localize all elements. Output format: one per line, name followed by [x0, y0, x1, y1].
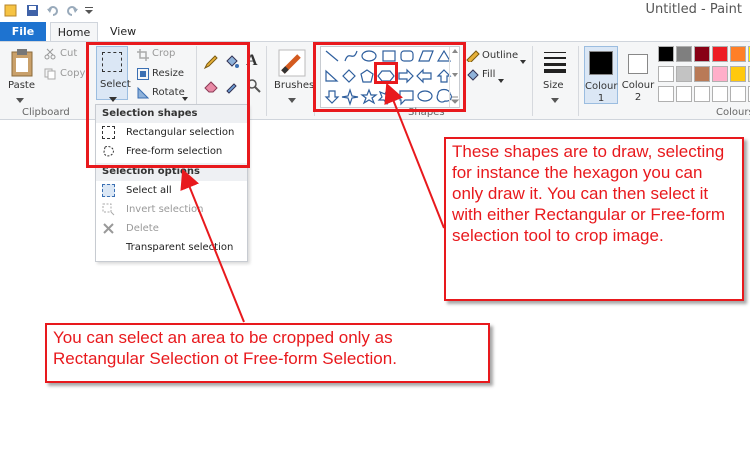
arrow-to-selection-shapes — [180, 168, 245, 323]
arrow-to-hexagon — [384, 82, 445, 229]
callout-selection-explanation: You can select an area to be cropped onl… — [45, 323, 490, 383]
callout-shapes-explanation: These shapes are to draw, selecting for … — [444, 137, 744, 301]
